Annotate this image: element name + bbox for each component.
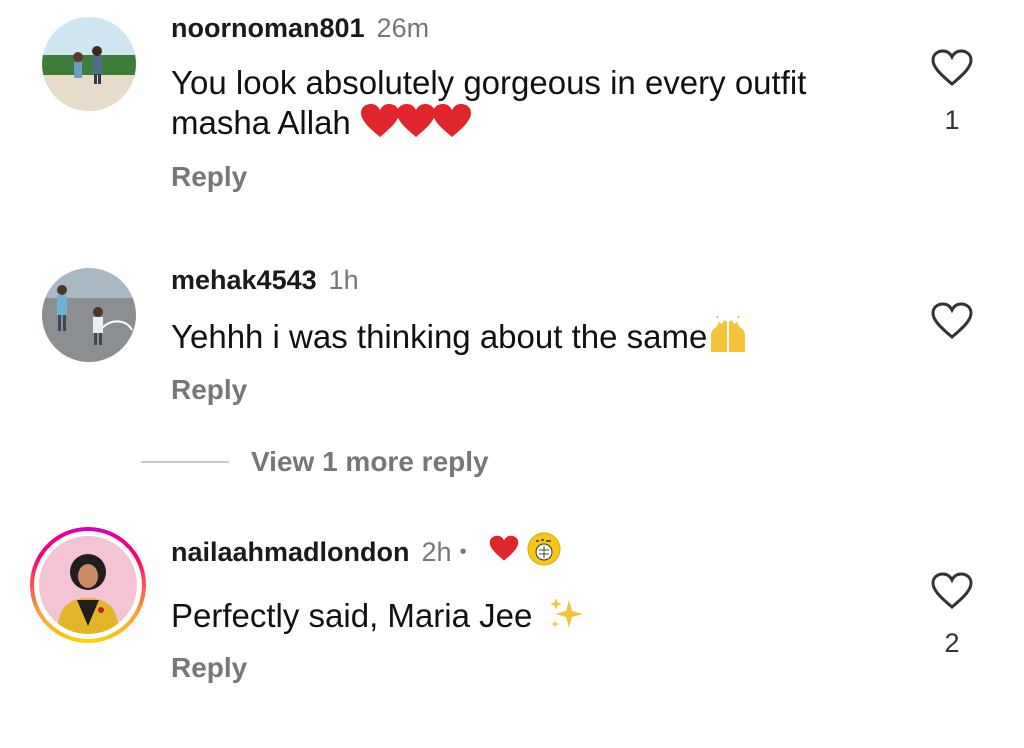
red-heart-icon	[396, 103, 436, 148]
heart-outline-icon	[931, 572, 973, 609]
comment-username[interactable]: nailaahmadlondon	[171, 537, 410, 568]
raising-hands-icon	[707, 314, 749, 363]
comment-username[interactable]: noornoman801	[171, 13, 365, 44]
sparkles-icon	[547, 594, 587, 643]
comment-timestamp: 2h	[421, 536, 452, 567]
like-button[interactable]	[929, 49, 975, 92]
like-count: 1	[944, 105, 960, 135]
comment-text: Perfectly said, Maria Jee	[171, 594, 891, 643]
heart-outline-icon	[931, 49, 973, 86]
view-more-replies-label: View 1 more reply	[251, 446, 489, 477]
comment-text: You look absolutely gorgeous in every ou…	[171, 63, 891, 148]
creator-badge-icon	[527, 532, 561, 573]
comment-text: Yehhh i was thinking about the same	[171, 314, 891, 363]
avatar[interactable]	[42, 268, 136, 362]
avatar	[39, 536, 137, 634]
reply-button[interactable]: Reply	[171, 374, 247, 406]
reply-button[interactable]: Reply	[171, 652, 247, 684]
comment-username[interactable]: mehak4543	[171, 265, 317, 296]
red-heart-icon	[360, 103, 400, 148]
like-button[interactable]	[929, 572, 975, 615]
like-count: 2	[944, 628, 960, 658]
comment-text-line: You look absolutely gorgeous in every ou…	[171, 64, 807, 101]
comment-timestamp: 26m	[376, 12, 430, 43]
red-heart-icon	[432, 103, 472, 148]
story-ring[interactable]	[30, 527, 146, 643]
comment-timestamp: 1h	[328, 264, 359, 295]
comment-text-line: masha Allah	[171, 103, 891, 148]
like-button[interactable]	[929, 302, 975, 345]
red-heart-icon	[489, 535, 519, 569]
heart-outline-icon	[931, 302, 973, 339]
avatar[interactable]	[42, 17, 136, 111]
separator-dot: •	[459, 540, 467, 563]
divider	[141, 461, 229, 463]
reply-button[interactable]: Reply	[171, 161, 247, 193]
view-more-replies-button[interactable]: View 1 more reply	[141, 446, 489, 478]
